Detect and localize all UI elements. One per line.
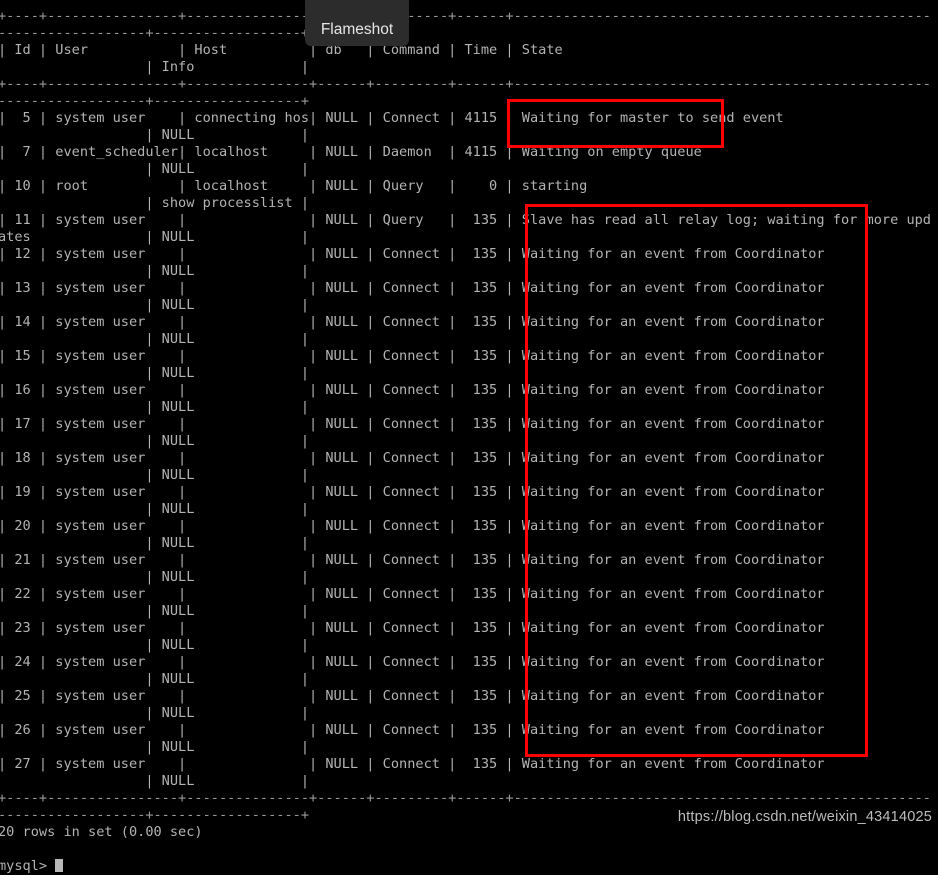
terminal-line: | NULL |	[0, 773, 309, 789]
blog-watermark: https://blog.csdn.net/weixin_43414025	[677, 809, 932, 825]
table-separator-line: +----+----------------+---------------+-…	[0, 76, 931, 92]
terminal-line: | 24 | system user | | NULL | Connect | …	[0, 654, 931, 670]
terminal-window[interactable]: +----+----------------+---------------+-…	[0, 0, 938, 874]
terminal-line: | NULL |	[0, 467, 309, 483]
terminal-line: | 10 | root | localhost | NULL | Query |…	[0, 178, 931, 194]
terminal-line: | NULL |	[0, 433, 309, 449]
terminal-output: +----+----------------+---------------+-…	[0, 8, 938, 875]
terminal-cursor	[55, 859, 64, 872]
terminal-line: | NULL |	[0, 569, 309, 585]
terminal-line: | NULL |	[0, 297, 309, 313]
terminal-line: ates | NULL |	[0, 229, 309, 245]
terminal-line: | 19 | system user | | NULL | Connect | …	[0, 484, 931, 500]
terminal-line: | 16 | system user | | NULL | Connect | …	[0, 382, 931, 398]
terminal-line: | NULL |	[0, 501, 309, 517]
terminal-line: | NULL |	[0, 705, 309, 721]
terminal-line: | NULL |	[0, 365, 309, 381]
terminal-line: 20 rows in set (0.00 sec)	[0, 824, 203, 840]
terminal-line: | NULL |	[0, 263, 309, 279]
table-separator-line: ------------------+------------------+	[0, 25, 309, 41]
terminal-line: | 11 | system user | | NULL | Query | 13…	[0, 212, 931, 228]
terminal-line: | Id | User | Host | db | Command | Time…	[0, 42, 931, 58]
terminal-line: | 27 | system user | | NULL | Connect | …	[0, 756, 931, 772]
terminal-line: | 21 | system user | | NULL | Connect | …	[0, 552, 931, 568]
flameshot-tooltip-label: Flameshot	[320, 21, 394, 38]
terminal-line: | NULL |	[0, 127, 309, 143]
terminal-line: | NULL |	[0, 331, 309, 347]
terminal-line: | 17 | system user | | NULL | Connect | …	[0, 416, 931, 432]
terminal-line: | show processlist |	[0, 195, 309, 211]
terminal-line: | 14 | system user | | NULL | Connect | …	[0, 314, 931, 330]
table-separator-line: +----+----------------+---------------+-…	[0, 8, 931, 24]
table-separator-line: +----+----------------+---------------+-…	[0, 790, 931, 806]
terminal-line: | NULL |	[0, 603, 309, 619]
terminal-line: | 12 | system user | | NULL | Connect | …	[0, 246, 931, 262]
terminal-line: | 18 | system user | | NULL | Connect | …	[0, 450, 931, 466]
terminal-line: | 20 | system user | | NULL | Connect | …	[0, 518, 931, 534]
table-separator-line: ------------------+------------------+	[0, 93, 309, 109]
terminal-line: | 13 | system user | | NULL | Connect | …	[0, 280, 931, 296]
terminal-line: | 15 | system user | | NULL | Connect | …	[0, 348, 931, 364]
terminal-line: | 7 | event_scheduler| localhost | NULL …	[0, 144, 931, 160]
terminal-line: | NULL |	[0, 671, 309, 687]
terminal-line: | 26 | system user | | NULL | Connect | …	[0, 722, 931, 738]
shell-prompt: mysql>	[0, 858, 938, 875]
terminal-line: | NULL |	[0, 161, 309, 177]
flameshot-tooltip[interactable]: Flameshot	[305, 0, 409, 46]
terminal-line: | NULL |	[0, 739, 309, 755]
terminal-line: | NULL |	[0, 399, 309, 415]
terminal-line: | NULL |	[0, 535, 309, 551]
terminal-line: | 23 | system user | | NULL | Connect | …	[0, 620, 931, 636]
terminal-line: | NULL |	[0, 637, 309, 653]
terminal-line: | 22 | system user | | NULL | Connect | …	[0, 586, 931, 602]
terminal-line: | 5 | system user | connecting hos| NULL…	[0, 110, 931, 126]
terminal-line: | Info |	[0, 59, 309, 75]
terminal-line: | 25 | system user | | NULL | Connect | …	[0, 688, 931, 704]
